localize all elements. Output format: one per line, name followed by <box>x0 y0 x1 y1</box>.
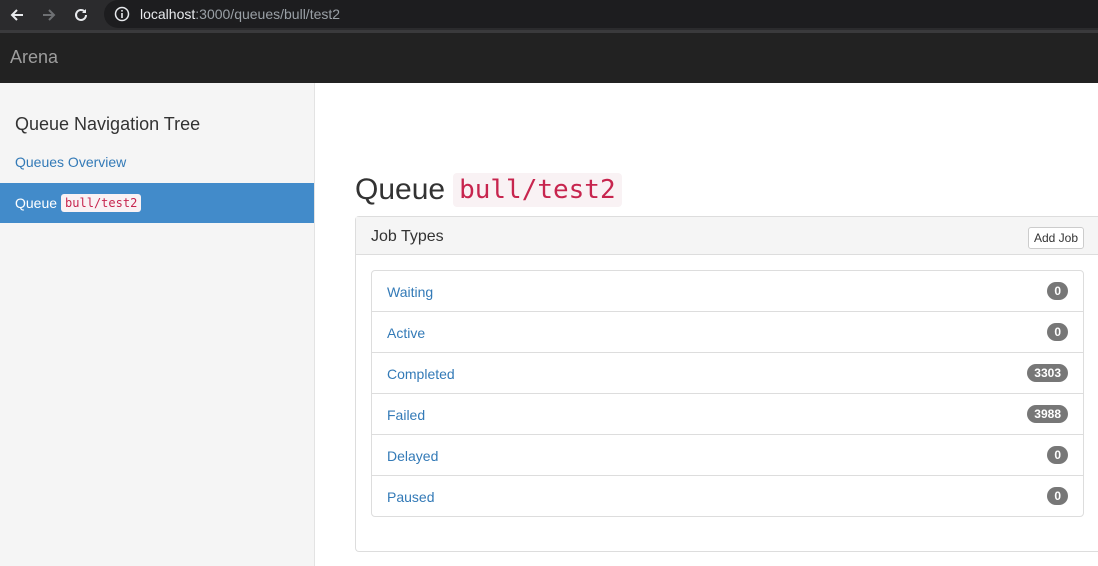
list-item-active[interactable]: Active 0 <box>372 312 1083 353</box>
count-badge: 3303 <box>1027 364 1068 382</box>
sidebar-title: Queue Navigation Tree <box>15 114 201 134</box>
back-arrow-icon[interactable] <box>5 4 29 26</box>
list-item-paused[interactable]: Paused 0 <box>372 476 1083 516</box>
count-badge: 0 <box>1047 446 1068 464</box>
sidebar-item-code: bull/test2 <box>61 194 142 212</box>
brand-link[interactable]: Arena <box>10 47 58 68</box>
page-title-code: bull/test2 <box>453 173 622 207</box>
add-job-button[interactable]: Add Job <box>1027 227 1084 249</box>
count-badge: 0 <box>1047 323 1068 341</box>
job-type-label[interactable]: Completed <box>387 366 455 382</box>
url-path: :3000/queues/bull/test2 <box>195 6 341 22</box>
job-type-label[interactable]: Failed <box>387 407 425 423</box>
page-title: Queue bull/test2 <box>355 173 622 207</box>
job-type-label[interactable]: Waiting <box>387 284 433 300</box>
sidebar-item-queue[interactable]: Queue bull/test2 <box>0 183 314 223</box>
panel-title: Job Types <box>371 228 444 245</box>
page-title-text: Queue <box>355 173 446 206</box>
job-type-label[interactable]: Active <box>387 325 425 341</box>
count-badge: 3988 <box>1027 405 1068 423</box>
job-types-list: Waiting 0 Active 0 Completed 3303 Failed… <box>371 270 1084 517</box>
sidebar: Queue Navigation Tree Queues Overview Qu… <box>0 83 315 566</box>
panel-heading: Job Types Add Job <box>356 217 1098 255</box>
browser-toolbar: localhost:3000/queues/bull/test2 <box>0 0 1098 30</box>
count-badge: 0 <box>1047 487 1068 505</box>
queues-overview-link[interactable]: Queues Overview <box>15 154 126 170</box>
app-navbar: Arena <box>0 33 1098 83</box>
list-item-waiting[interactable]: Waiting 0 <box>372 271 1083 312</box>
list-item-completed[interactable]: Completed 3303 <box>372 353 1083 394</box>
info-icon[interactable] <box>114 6 130 22</box>
sidebar-item-label: Queue <box>15 195 58 211</box>
reload-icon[interactable] <box>69 4 93 26</box>
count-badge: 0 <box>1047 282 1068 300</box>
forward-arrow-icon[interactable] <box>37 4 61 26</box>
list-item-failed[interactable]: Failed 3988 <box>372 394 1083 435</box>
address-bar[interactable]: localhost:3000/queues/bull/test2 <box>104 0 1098 28</box>
job-type-label[interactable]: Paused <box>387 489 434 505</box>
job-type-label[interactable]: Delayed <box>387 448 438 464</box>
url-host: localhost <box>140 6 196 22</box>
url-text: localhost:3000/queues/bull/test2 <box>140 6 340 22</box>
list-item-delayed[interactable]: Delayed 0 <box>372 435 1083 476</box>
job-types-panel: Job Types Add Job Waiting 0 Active 0 Com… <box>355 216 1098 552</box>
main-content: Queue bull/test2 Job Types Add Job Waiti… <box>315 83 1098 566</box>
